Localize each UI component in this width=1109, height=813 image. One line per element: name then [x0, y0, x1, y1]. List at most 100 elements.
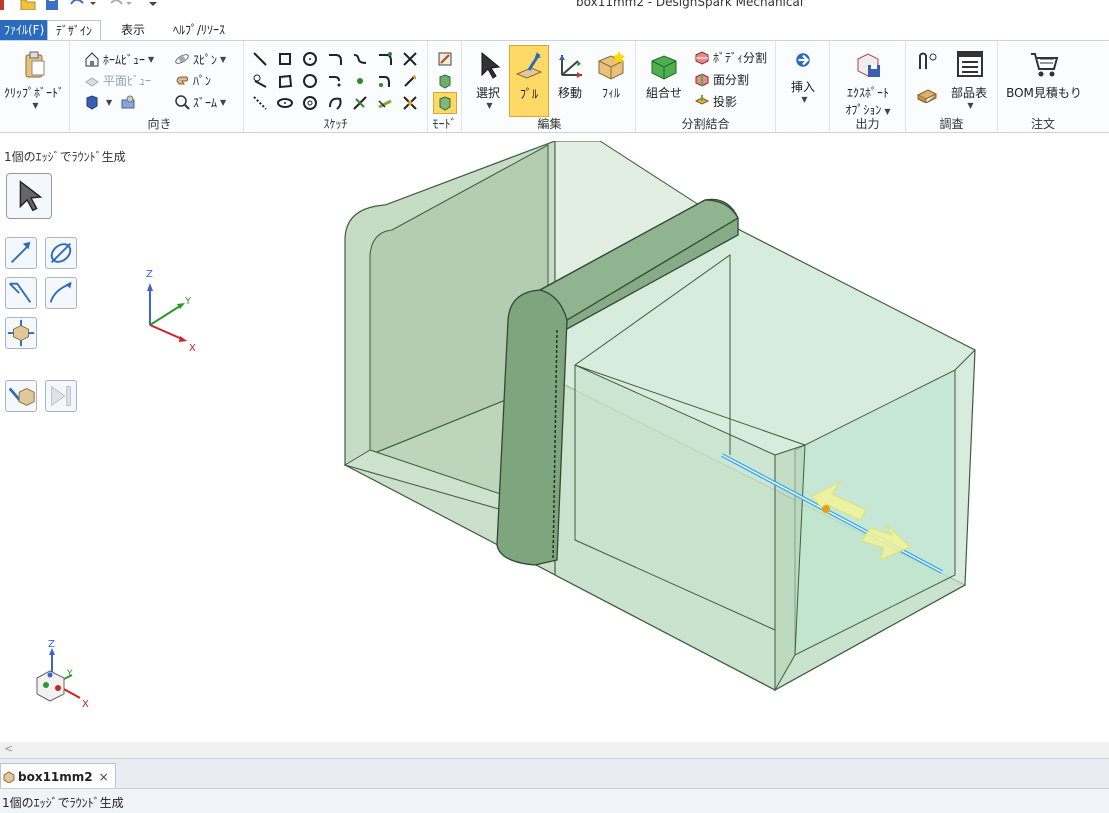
- document-tab[interactable]: box11mm2 ×: [0, 763, 116, 789]
- group-inspect: 部品表 ▼ 調査: [906, 41, 998, 133]
- document-tab-bar: box11mm2 ×: [0, 758, 1109, 789]
- combine-label: 組合せ: [645, 86, 682, 100]
- close-tab-icon[interactable]: ×: [99, 770, 109, 784]
- pull-button[interactable]: ﾌﾟﾙ: [509, 45, 549, 117]
- sketch-mode-icon[interactable]: [437, 51, 453, 67]
- home-view-label: ﾎｰﾑﾋﾞｭｰ: [103, 52, 146, 67]
- section-mode-icon[interactable]: [437, 73, 453, 89]
- mass-icon[interactable]: [916, 81, 938, 103]
- clipboard-dropdown-icon: ▼: [32, 101, 39, 110]
- combine-button[interactable]: 組合せ: [642, 49, 686, 101]
- split-body-icon: [695, 51, 709, 65]
- tab-help[interactable]: ﾍﾙﾌﾟ/ﾘｿｰｽ: [165, 20, 233, 41]
- offset-icon[interactable]: [377, 73, 393, 89]
- bom-quote-label: BOM見積もり: [1006, 86, 1082, 100]
- select-dropdown-icon: ▼: [486, 101, 493, 110]
- group-insert: 挿入 ▼: [776, 41, 830, 133]
- move-icon: [559, 55, 582, 78]
- insert-dropdown-icon: ▼: [801, 95, 808, 104]
- insert-button[interactable]: 挿入 ▼: [780, 51, 826, 104]
- trim-icon[interactable]: [402, 51, 418, 67]
- document-icon: [3, 770, 15, 783]
- cube-axis-x-label: X: [82, 699, 89, 710]
- group-sketch: ｽｹｯﾁ: [244, 41, 428, 133]
- clipboard-button[interactable]: ｸﾘｯﾌﾟﾎﾞｰﾄﾞ ▼: [2, 49, 66, 110]
- document-tab-label: box11mm2: [18, 769, 93, 784]
- home-view-button[interactable]: ﾎｰﾑﾋﾞｭｰ ▼: [84, 49, 154, 69]
- group-orient: ﾎｰﾑﾋﾞｭｰ ▼ 平面ﾋﾞｭｰ ▼ ｽﾋﾟﾝ ▼ ﾊﾟﾝ ｽﾞｰﾑ ▼ 向き: [76, 41, 244, 133]
- tangent-line-icon[interactable]: [252, 73, 268, 89]
- group-edit: 選択 ▼ ﾌﾟﾙ 移動 ﾌｨﾙ 編集: [464, 41, 636, 133]
- ellipse-icon[interactable]: [277, 95, 293, 111]
- fill-button[interactable]: ﾌｨﾙ: [591, 49, 631, 101]
- save-icon[interactable]: [44, 0, 60, 10]
- customize-quick-access-icon[interactable]: [148, 0, 158, 10]
- export-icon: [857, 53, 880, 77]
- combine-icon: [651, 55, 677, 80]
- point-icon[interactable]: [352, 73, 368, 89]
- extend-icon[interactable]: [402, 73, 418, 89]
- bend-icon[interactable]: [377, 95, 393, 111]
- sweep-arc-icon[interactable]: [327, 73, 343, 89]
- arc-icon[interactable]: [327, 51, 343, 67]
- insert-label: 挿入: [790, 80, 815, 94]
- measure-icon[interactable]: [916, 51, 938, 73]
- spin-dropdown-icon: ▼: [220, 54, 227, 64]
- split-face-label: 面分割: [713, 72, 750, 87]
- project-to-sketch-icon[interactable]: [352, 95, 368, 111]
- split-body-button[interactable]: ﾎﾞﾃﾞｨ分割: [694, 47, 767, 67]
- named-view-icon[interactable]: [120, 94, 136, 110]
- construction-line-icon[interactable]: [252, 95, 268, 111]
- zoom-button[interactable]: ｽﾞｰﾑ ▼: [174, 92, 226, 112]
- group-intersect: 組合せ ﾎﾞﾃﾞｨ分割 面分割 投影 分割結合: [636, 41, 776, 133]
- move-button[interactable]: 移動: [550, 49, 590, 101]
- bom-quote-button[interactable]: BOM見積もり: [1002, 49, 1086, 101]
- circle-icon[interactable]: [302, 51, 318, 67]
- tab-view[interactable]: 表示: [113, 20, 153, 41]
- cube-axis-z-label: Z: [48, 639, 55, 650]
- 3d-mode-button[interactable]: [433, 92, 457, 114]
- plane-view-icon: [85, 77, 99, 87]
- tab-file[interactable]: ﾌｧｲﾙ(F): [0, 20, 49, 40]
- orient-group-label: 向き: [147, 117, 172, 131]
- home-view-dropdown-icon: ▼: [148, 54, 155, 64]
- bom-label: 部品表: [950, 86, 987, 100]
- horizontal-scrollbar[interactable]: <: [0, 742, 1109, 758]
- mode-group-label: ﾓｰﾄﾞ: [432, 117, 457, 131]
- select-button[interactable]: 選択 ▼: [468, 49, 508, 110]
- line-icon[interactable]: [252, 51, 268, 67]
- 3d-mode-icon: [439, 96, 451, 111]
- tangent-arc-icon[interactable]: [377, 51, 393, 67]
- redo-icon[interactable]: [108, 0, 136, 10]
- box-body[interactable]: [343, 141, 976, 692]
- rectangle-icon[interactable]: [277, 51, 293, 67]
- polygon-rect-icon[interactable]: [277, 73, 293, 89]
- export-options-button[interactable]: ｴｸｽﾎﾟｰﾄ ｵﾌﾟｼｮﾝ ▼: [832, 49, 904, 118]
- bom-button[interactable]: 部品表 ▼: [946, 49, 992, 110]
- spline-icon[interactable]: [352, 51, 368, 67]
- two-point-circle-icon[interactable]: [302, 95, 318, 111]
- open-icon[interactable]: [20, 0, 36, 10]
- app-icon[interactable]: [0, 0, 6, 10]
- split-face-icon: [695, 73, 709, 87]
- model-canvas[interactable]: Z Y X Z Y X: [0, 141, 1109, 742]
- axis-y-label: Y: [184, 296, 192, 307]
- split-face-button[interactable]: 面分割: [694, 69, 749, 89]
- scroll-left-icon[interactable]: <: [4, 742, 13, 755]
- three-point-circle-icon[interactable]: [302, 73, 318, 89]
- view-cube-triad[interactable]: Z Y X: [36, 639, 89, 710]
- tab-design[interactable]: ﾃﾞｻﾞｲﾝ: [47, 20, 102, 41]
- project-button[interactable]: 投影: [694, 91, 737, 111]
- spin-button[interactable]: ｽﾋﾟﾝ ▼: [174, 49, 226, 69]
- viewport[interactable]: 1個のｴｯｼﾞでﾗｳﾝﾄﾞ生成 Z Y X Z Y X: [0, 141, 1109, 742]
- undo-icon[interactable]: [68, 0, 96, 10]
- split-curve-icon[interactable]: [402, 95, 418, 111]
- menu-bar: ﾌｧｲﾙ(F) ﾃﾞｻﾞｲﾝ 表示 ﾍﾙﾌﾟ/ﾘｿｰｽ: [0, 20, 1109, 41]
- pan-button[interactable]: ﾊﾟﾝ: [174, 70, 211, 90]
- view-cube-button[interactable]: ▼: [84, 92, 139, 112]
- plane-view-button[interactable]: 平面ﾋﾞｭｰ: [84, 70, 151, 90]
- spin-label: ｽﾋﾟﾝ: [193, 52, 218, 67]
- fill-label: ﾌｨﾙ: [601, 86, 620, 100]
- three-point-arc-icon[interactable]: [327, 95, 343, 111]
- cube-axis-y-label: Y: [66, 669, 73, 679]
